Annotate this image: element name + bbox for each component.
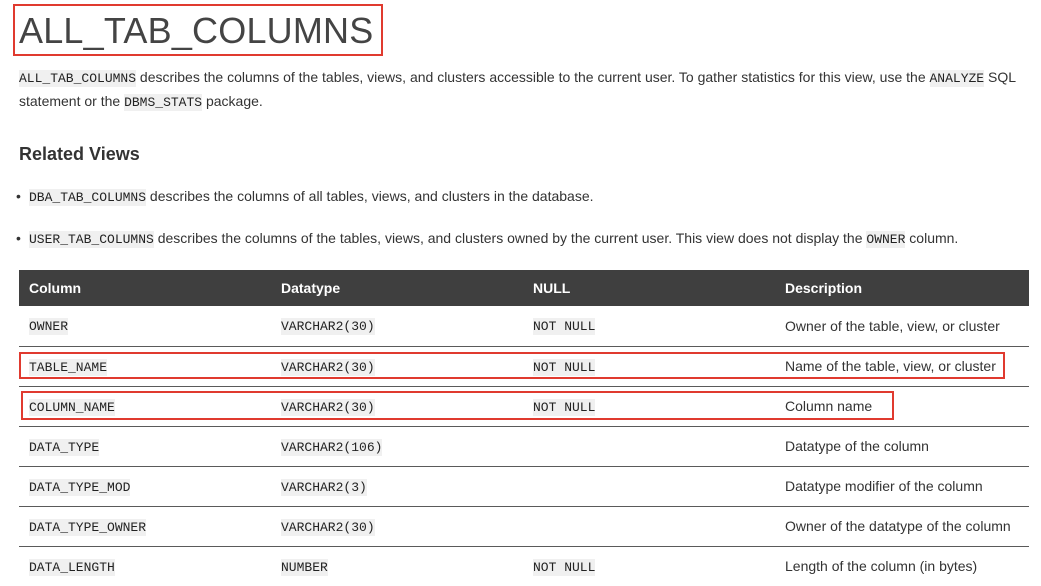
columns-table: Column Datatype NULL Description OWNER V… xyxy=(19,270,1029,586)
cell-datatype: VARCHAR2(30) xyxy=(281,518,375,536)
intro-code-view: ALL_TAB_COLUMNS xyxy=(19,70,137,87)
cell-datatype: VARCHAR2(3) xyxy=(281,478,367,496)
cell-null: NOT NULL xyxy=(533,398,596,416)
cell-column: TABLE_NAME xyxy=(29,358,108,376)
table-row: OWNER VARCHAR2(30) NOT NULL Owner of the… xyxy=(19,306,1029,347)
related-code: USER_TAB_COLUMNS xyxy=(29,231,154,248)
bullet-icon: • xyxy=(16,188,21,204)
cell-null: NOT NULL xyxy=(533,358,596,376)
related-code: DBA_TAB_COLUMNS xyxy=(29,189,147,206)
related-views-title: Related Views xyxy=(19,144,140,164)
intro-paragraph: ALL_TAB_COLUMNS describes the columns of… xyxy=(19,66,1029,114)
related-code-owner: OWNER xyxy=(866,231,906,248)
list-item: • USER_TAB_COLUMNS describes the columns… xyxy=(16,226,1029,250)
cell-description: Column name xyxy=(775,386,1029,427)
table-row: TABLE_NAME VARCHAR2(30) NOT NULL Name of… xyxy=(19,346,1029,387)
cell-datatype: VARCHAR2(30) xyxy=(281,318,375,336)
cell-column: OWNER xyxy=(29,318,69,336)
header-datatype: Datatype xyxy=(271,270,523,306)
intro-text-1: describes the columns of the tables, vie… xyxy=(136,69,930,85)
cell-null-empty xyxy=(523,466,775,507)
header-column: Column xyxy=(19,270,271,306)
bullet-icon: • xyxy=(16,230,21,246)
cell-column: COLUMN_NAME xyxy=(29,398,115,416)
cell-description: Datatype of the column xyxy=(775,426,1029,467)
intro-text-3: package. xyxy=(202,93,263,109)
related-views-list: • DBA_TAB_COLUMNS describes the columns … xyxy=(16,184,1029,268)
cell-null: NOT NULL xyxy=(533,318,596,336)
related-text: describes the columns of all tables, vie… xyxy=(146,188,594,204)
table-row: DATA_TYPE_MOD VARCHAR2(3) Datatype modif… xyxy=(19,466,1029,507)
table-row: DATA_TYPE_OWNER VARCHAR2(30) Owner of th… xyxy=(19,506,1029,547)
table-header-row: Column Datatype NULL Description xyxy=(19,270,1029,306)
cell-column: DATA_TYPE xyxy=(29,438,100,456)
page-title: ALL_TAB_COLUMNS xyxy=(19,10,374,51)
header-description: Description xyxy=(775,270,1029,306)
cell-column: DATA_LENGTH xyxy=(29,558,115,576)
list-item: • DBA_TAB_COLUMNS describes the columns … xyxy=(16,184,1029,208)
related-text: describes the columns of the tables, vie… xyxy=(153,230,867,246)
cell-column: DATA_TYPE_MOD xyxy=(29,478,131,496)
cell-datatype: VARCHAR2(106) xyxy=(281,438,383,456)
table-row: DATA_TYPE VARCHAR2(106) Datatype of the … xyxy=(19,426,1029,467)
cell-datatype: VARCHAR2(30) xyxy=(281,398,375,416)
cell-column: DATA_TYPE_OWNER xyxy=(29,518,147,536)
intro-code-dbms: DBMS_STATS xyxy=(124,94,203,111)
header-null: NULL xyxy=(523,270,775,306)
cell-description: Name of the table, view, or cluster xyxy=(775,346,1029,387)
cell-null: NOT NULL xyxy=(533,558,596,576)
table-row: COLUMN_NAME VARCHAR2(30) NOT NULL Column… xyxy=(19,386,1029,427)
intro-code-analyze: ANALYZE xyxy=(929,70,985,87)
cell-description: Length of the column (in bytes) xyxy=(775,546,1029,586)
cell-description: Owner of the table, view, or cluster xyxy=(775,306,1029,347)
cell-datatype: NUMBER xyxy=(281,558,328,576)
cell-null-empty xyxy=(523,426,775,467)
cell-null-empty xyxy=(523,506,775,547)
related-text-end: column. xyxy=(905,230,959,246)
table-row: DATA_LENGTH NUMBER NOT NULL Length of th… xyxy=(19,546,1029,586)
cell-datatype: VARCHAR2(30) xyxy=(281,358,375,376)
doc-page: ALL_TAB_COLUMNS ALL_TAB_COLUMNS describe… xyxy=(0,0,1041,586)
cell-description: Datatype modifier of the column xyxy=(775,466,1029,507)
cell-description: Owner of the datatype of the column xyxy=(775,506,1029,547)
